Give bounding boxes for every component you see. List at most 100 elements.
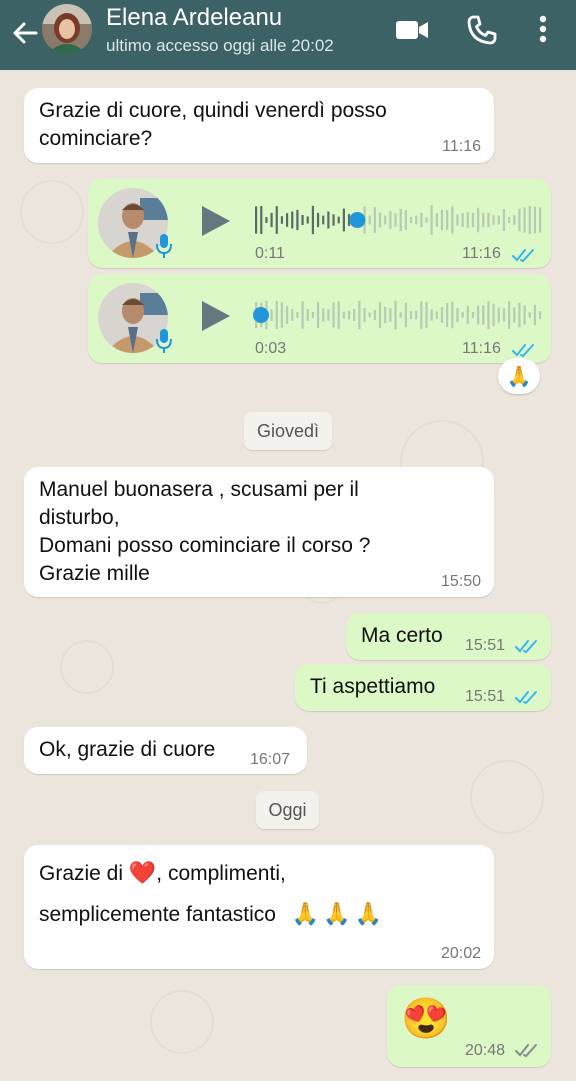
- waveform-bar: [451, 301, 454, 329]
- waveform-bar: [440, 209, 444, 231]
- waveform-bar: [477, 207, 480, 233]
- playback-position-handle[interactable]: [349, 212, 366, 228]
- waveform-bar: [332, 302, 335, 328]
- waveform-bar: [384, 215, 387, 225]
- waveform-bar: [384, 306, 387, 324]
- chat-header: Elena Ardeleanu ultimo accesso oggi alle…: [0, 0, 576, 70]
- play-icon[interactable]: [200, 299, 232, 333]
- contact-avatar[interactable]: [42, 4, 92, 54]
- waveform-bar: [394, 213, 397, 227]
- message-time: 15:50: [440, 573, 481, 590]
- outgoing-message[interactable]: Ti aspettiamo 15:51: [295, 664, 551, 711]
- voice-message[interactable]: 0:11 11:16: [88, 179, 551, 268]
- video-call-icon[interactable]: [394, 14, 430, 46]
- waveform-bar: [291, 309, 294, 321]
- waveform-bar: [508, 301, 511, 329]
- reaction-badge[interactable]: 🙏: [498, 358, 540, 394]
- incoming-message[interactable]: Grazie di ❤️, complimenti, semplicemente…: [24, 845, 494, 969]
- play-icon[interactable]: [200, 204, 232, 238]
- waveform-bar: [456, 307, 459, 323]
- waveform-bar: [508, 216, 511, 224]
- waveform-bar: [528, 206, 531, 234]
- microphone-icon: [156, 329, 172, 353]
- waveform-bar: [409, 311, 413, 319]
- pray-emoji-icon: 🙏🙏🙏: [291, 901, 386, 926]
- waveform-bar: [482, 212, 485, 228]
- waveform-bar: [456, 214, 459, 226]
- waveform-bar: [477, 305, 480, 325]
- voice-waveform[interactable]: [253, 200, 543, 240]
- waveform-bar: [409, 216, 413, 224]
- message-text: Manuel buonasera , scusami per il: [39, 478, 359, 501]
- waveform-bar: [311, 205, 314, 235]
- waveform-bar: [270, 212, 273, 228]
- back-arrow-icon[interactable]: [8, 16, 42, 50]
- waveform-bar: [285, 306, 289, 324]
- message-text: Domani posso cominciare il corso ?: [39, 534, 371, 557]
- waveform-bar: [492, 303, 495, 327]
- message-text: semplicemente fantastico 🙏🙏🙏: [39, 900, 386, 929]
- outgoing-message[interactable]: Ma certo 15:51: [346, 613, 551, 660]
- waveform-bar: [533, 304, 537, 326]
- read-ticks-icon: [515, 691, 537, 705]
- waveform-bar: [425, 217, 428, 223]
- waveform-bar: [420, 301, 423, 329]
- waveform-bar: [435, 311, 438, 319]
- waveform-bar: [466, 305, 469, 325]
- waveform-bar: [420, 212, 423, 228]
- message-text: Ok, grazie di cuore: [39, 738, 216, 761]
- waveform-bar: [347, 310, 351, 320]
- waveform-bar: [389, 210, 392, 230]
- waveform-bar: [404, 302, 407, 328]
- waveform-bar: [446, 210, 449, 230]
- voice-message[interactable]: 0:03 11:16: [88, 274, 551, 363]
- waveform-bar: [533, 206, 537, 234]
- waveform-bar: [342, 208, 345, 232]
- incoming-message[interactable]: Manuel buonasera , scusami per il distur…: [24, 467, 494, 597]
- waveform-bar: [389, 308, 392, 322]
- waveform-bar: [260, 206, 263, 234]
- waveform-bar: [327, 211, 330, 229]
- playback-position-handle[interactable]: [253, 307, 269, 323]
- waveform-bar: [255, 206, 258, 234]
- waveform-bar: [399, 312, 402, 318]
- outgoing-message[interactable]: 😍 20:48: [387, 985, 551, 1067]
- message-text: Ma certo: [361, 624, 443, 647]
- voice-waveform[interactable]: [253, 295, 543, 335]
- waveform-bar: [487, 300, 490, 330]
- waveform-bar: [280, 302, 284, 328]
- delivered-ticks-icon: [515, 1044, 537, 1058]
- more-vert-icon[interactable]: [530, 12, 556, 46]
- waveform-bar: [373, 207, 376, 233]
- message-text-part: , complimenti,: [156, 862, 286, 885]
- waveform-bar: [497, 215, 500, 225]
- contact-name[interactable]: Elena Ardeleanu: [106, 4, 282, 32]
- incoming-message[interactable]: Grazie di cuore, quindi venerdì posso co…: [24, 88, 494, 163]
- message-text: Grazie di cuore, quindi venerdì posso: [39, 99, 387, 122]
- waveform-bar: [430, 309, 433, 321]
- waveform-bar: [430, 205, 433, 235]
- waveform-bar: [415, 310, 418, 320]
- waveform-bar: [513, 215, 516, 225]
- waveform-bar: [466, 212, 469, 228]
- waveform-bar: [296, 209, 299, 231]
- waveform-bar: [378, 212, 382, 228]
- waveform-bar: [265, 217, 268, 223]
- waveform-bar: [316, 212, 320, 228]
- waveform-bar: [528, 312, 531, 318]
- waveform-bar: [275, 300, 278, 330]
- incoming-message[interactable]: Ok, grazie di cuore 16:07: [24, 727, 307, 774]
- waveform-bar: [523, 305, 526, 325]
- waveform-bar: [353, 308, 356, 322]
- waveform-bar: [518, 208, 521, 232]
- message-text: Grazie di ❤️, complimenti,: [39, 859, 286, 888]
- waveform-bar: [301, 214, 304, 226]
- waveform-bar: [440, 307, 444, 323]
- waveform-bar: [337, 216, 340, 224]
- phone-icon[interactable]: [466, 14, 498, 46]
- message-text: Grazie mille: [39, 562, 150, 585]
- waveform-bar: [539, 207, 542, 233]
- waveform-bar: [322, 308, 325, 322]
- waveform-bar: [523, 207, 526, 233]
- waveform-bar: [275, 206, 278, 234]
